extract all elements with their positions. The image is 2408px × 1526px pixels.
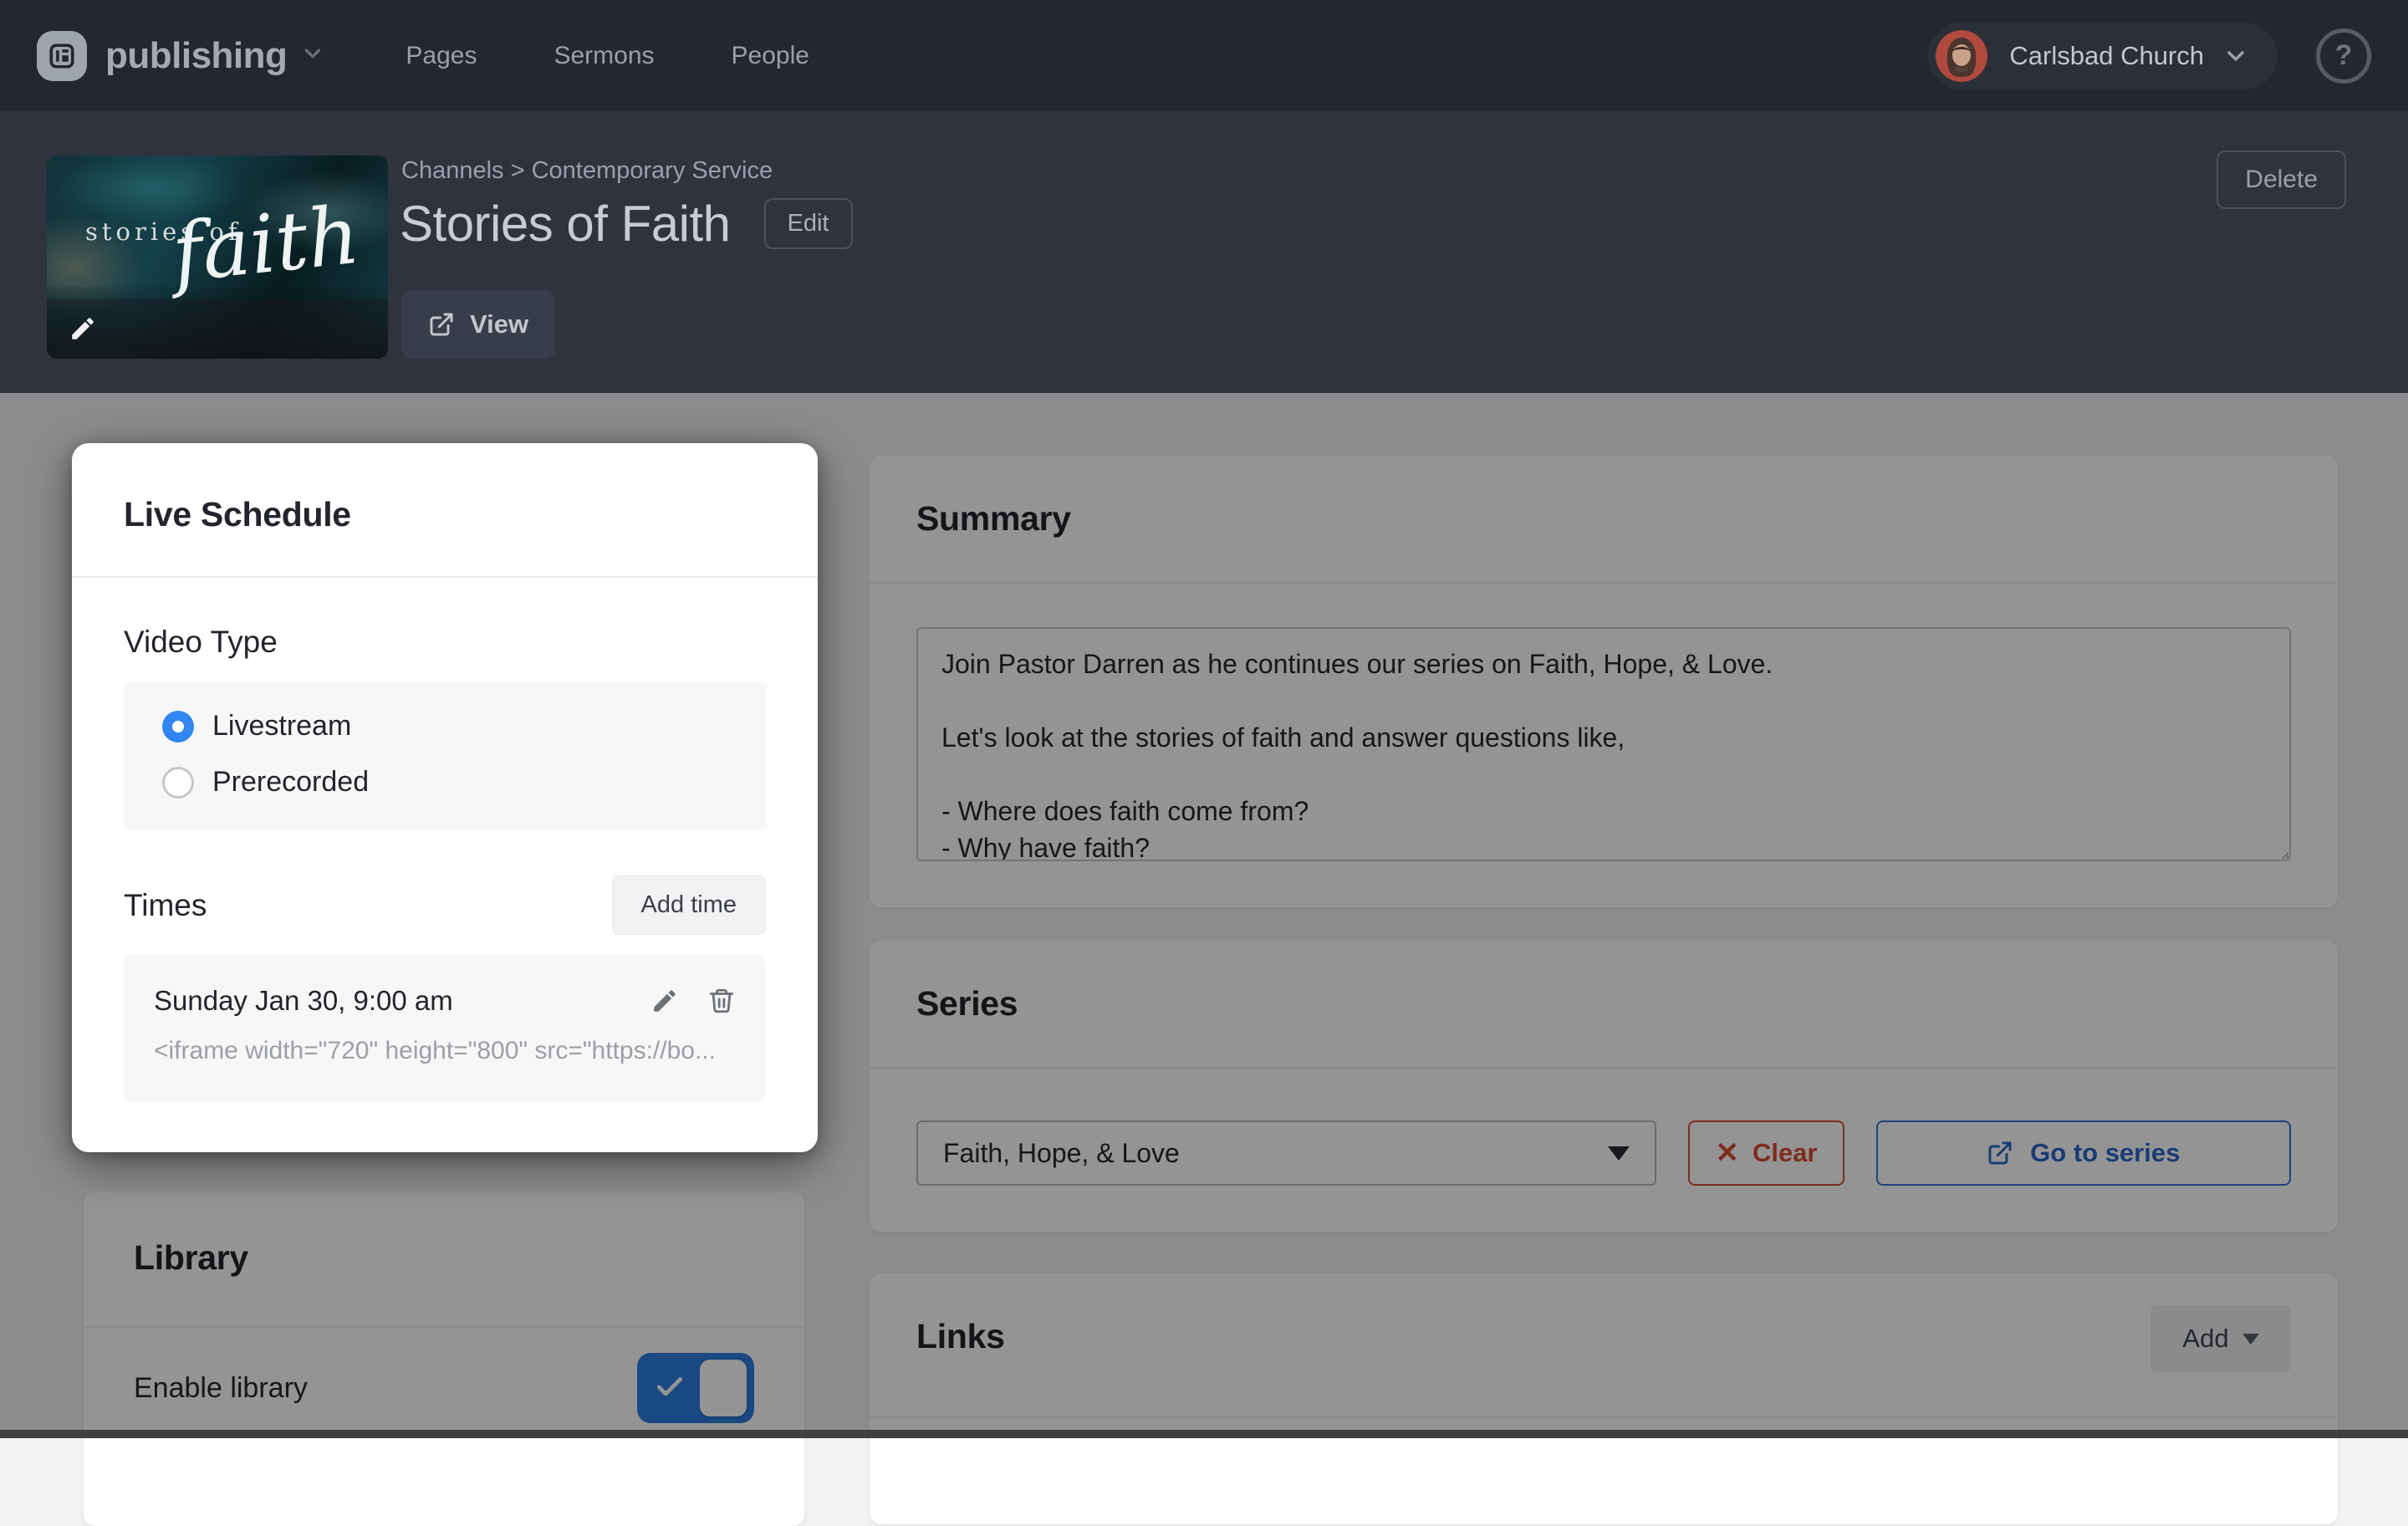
- bottom-edge: [0, 1430, 2408, 1438]
- time-entry-top: Sunday Jan 30, 9:00 am: [154, 985, 736, 1017]
- logo-chevron-down-icon: [300, 41, 325, 70]
- live-schedule-body: Video Type Livestream Prerecorded Times …: [72, 578, 818, 1152]
- times-row: Times Add time: [124, 875, 766, 935]
- avatar: [1936, 30, 1987, 82]
- radio-button[interactable]: [162, 711, 194, 743]
- time-entry: Sunday Jan 30, 9:00 am: [124, 955, 766, 1102]
- thumbnail-text-line2: faith: [168, 188, 364, 301]
- edit-time-button[interactable]: [650, 987, 679, 1015]
- add-time-button[interactable]: Add time: [612, 875, 766, 935]
- live-schedule-header: Live Schedule: [72, 443, 818, 578]
- nav-item-sermons[interactable]: Sermons: [554, 42, 654, 70]
- account-name: Carlsbad Church: [2009, 41, 2204, 71]
- trash-icon: [707, 987, 736, 1015]
- breadcrumb-current[interactable]: Contemporary Service: [532, 157, 773, 184]
- publishing-logo-icon: [37, 31, 87, 81]
- live-schedule-card: Live Schedule Video Type Livestream Prer…: [72, 443, 818, 1152]
- time-entry-datetime: Sunday Jan 30, 9:00 am: [154, 985, 453, 1017]
- external-link-icon: [428, 311, 455, 338]
- times-label: Times: [124, 888, 207, 923]
- radio-label-livestream: Livestream: [212, 710, 351, 743]
- top-navbar: publishing Pages Sermons People Carlsbad…: [0, 0, 2408, 111]
- page-header: stories of faith Channels > Contemporary…: [0, 111, 2408, 393]
- delete-time-button[interactable]: [707, 987, 736, 1015]
- video-type-label: Video Type: [124, 625, 766, 660]
- nav-links: Pages Sermons People: [406, 42, 809, 70]
- nav-item-people[interactable]: People: [732, 42, 809, 70]
- help-button[interactable]: ?: [2316, 28, 2371, 84]
- nav-item-pages[interactable]: Pages: [406, 42, 477, 70]
- view-button-label: View: [470, 309, 528, 339]
- pencil-icon: [650, 987, 679, 1015]
- time-entry-embed-code: <iframe width="720" height="800" src="ht…: [154, 1037, 736, 1065]
- edit-title-button[interactable]: Edit: [764, 198, 853, 249]
- radio-option-livestream[interactable]: Livestream: [162, 710, 766, 743]
- live-schedule-title: Live Schedule: [124, 495, 351, 533]
- title-row: Stories of Faith Edit: [400, 195, 853, 253]
- app-logo-label: publishing: [105, 35, 287, 77]
- breadcrumb-separator: >: [511, 157, 525, 184]
- view-button[interactable]: View: [401, 290, 555, 359]
- thumbnail-edit-strip: [47, 299, 388, 359]
- account-chevron-down-icon: [2222, 43, 2249, 69]
- edit-pencil-icon[interactable]: [69, 314, 97, 343]
- nav-right: Carlsbad Church ?: [1927, 23, 2371, 89]
- radio-label-prerecorded: Prerecorded: [212, 766, 369, 799]
- video-type-options: Livestream Prerecorded: [124, 681, 766, 830]
- breadcrumb: Channels > Contemporary Service: [401, 157, 773, 185]
- delete-button[interactable]: Delete: [2217, 151, 2346, 209]
- breadcrumb-channels[interactable]: Channels: [401, 157, 504, 184]
- page: { "nav": { "logo": "publishing", "items"…: [0, 0, 2408, 1438]
- time-entry-actions: [650, 987, 736, 1015]
- question-mark-icon: ?: [2335, 39, 2353, 72]
- radio-option-prerecorded[interactable]: Prerecorded: [162, 766, 766, 799]
- channel-thumbnail[interactable]: stories of faith: [47, 156, 388, 359]
- radio-button[interactable]: [162, 767, 194, 799]
- page-title: Stories of Faith: [400, 195, 731, 253]
- account-menu-button[interactable]: Carlsbad Church: [1927, 23, 2278, 89]
- app-logo[interactable]: publishing: [37, 31, 325, 81]
